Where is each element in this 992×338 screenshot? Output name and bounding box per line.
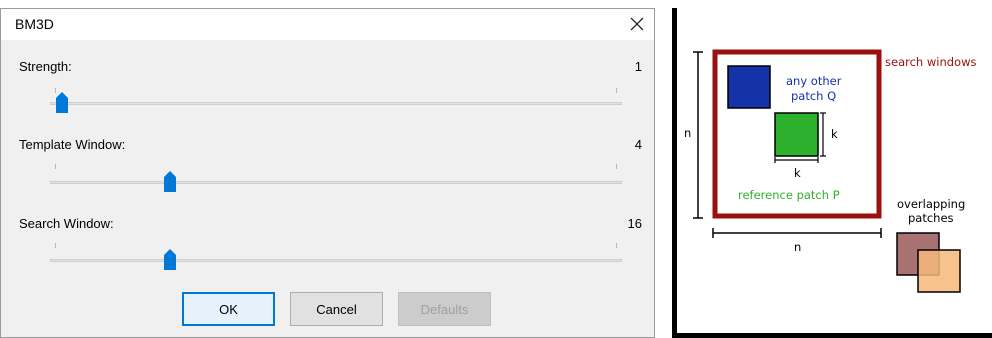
n-horizontal-label: n [794,240,802,254]
overlap-label-line1: overlapping [897,197,966,211]
strength-label: Strength: [19,59,72,74]
patch-q-square [727,65,771,109]
patch-q-label-line2: patch Q [791,89,837,103]
template-window-tick-min [55,164,56,169]
search-window-slider-thumb[interactable] [164,249,177,270]
cancel-button[interactable]: Cancel [290,292,383,326]
k-horizontal-label: k [794,166,801,180]
search-windows-label: search windows [885,55,977,69]
search-window-value: 16 [627,216,642,231]
strength-slider-thumb[interactable] [55,92,68,113]
k-vertical-label: k [831,127,838,141]
patch-q-label-line1: any other [786,74,842,88]
search-window-tick-max [616,243,617,248]
search-window-label: Search Window: [19,216,114,231]
overlap-patch-b [917,249,961,293]
defaults-button[interactable]: Defaults [398,292,491,326]
ok-button[interactable]: OK [182,292,275,326]
bm3d-dialog: BM3D Strength: 1 Template Window: 4 Sear… [0,8,655,338]
search-window-slider-track[interactable] [50,259,622,262]
n-vertical-label: n [684,126,692,140]
template-window-label: Template Window: [19,137,126,152]
strength-tick-max [616,88,617,93]
template-window-tick-max [616,164,617,169]
search-window-tick-min [55,243,56,248]
close-button[interactable] [623,11,651,37]
overlap-label-line2: patches [908,211,954,225]
close-icon [630,17,644,31]
patch-p-square [774,112,819,157]
strength-slider-track[interactable] [50,102,622,105]
dialog-title: BM3D [15,16,54,32]
template-window-value: 4 [634,137,642,152]
template-window-slider-thumb[interactable] [164,171,177,192]
title-bar: BM3D [1,9,654,40]
strength-value: 1 [634,59,642,74]
patch-p-label: reference patch P [738,188,840,202]
template-window-slider-track[interactable] [50,181,622,184]
bm3d-diagram: search windows any other patch Q k k ref… [672,8,992,338]
